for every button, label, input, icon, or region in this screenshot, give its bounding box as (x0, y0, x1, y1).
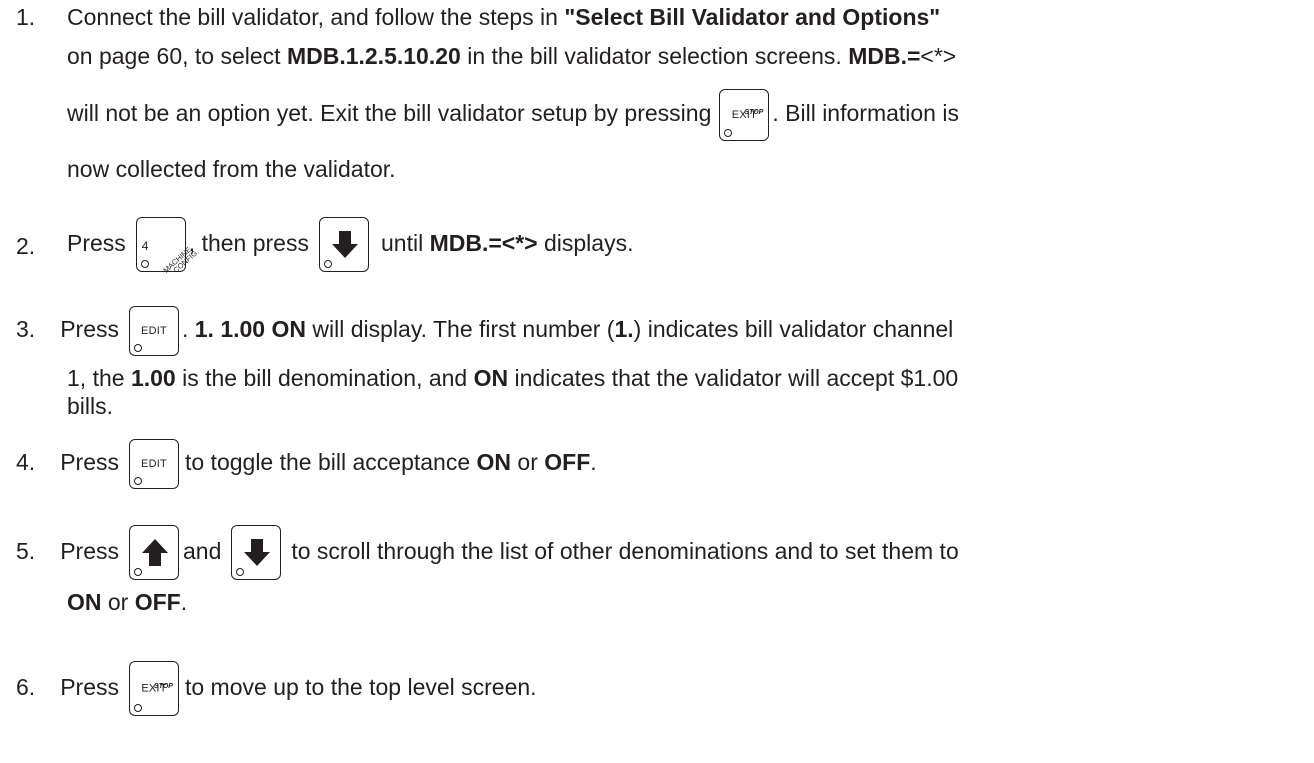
step-line: ON or OFF. (67, 589, 187, 616)
step-text: to scroll through the list of other deno… (291, 538, 959, 564)
step-bold-text: OFF (134, 589, 181, 615)
key-sublabel: STOP (744, 108, 764, 116)
step-bold-text: ON (473, 365, 509, 391)
step-number: 4. (16, 449, 36, 475)
step-text: or (511, 449, 545, 475)
step-bold-text: "Select Bill Validator and Options" (564, 4, 941, 30)
step-text: . (590, 449, 597, 475)
key-sublabel: STOP (154, 683, 173, 691)
step-bold-text: 1. 1.00 ON (194, 316, 306, 342)
indicator-dot (133, 343, 142, 352)
step-text: Press (60, 538, 119, 564)
step-number: 6. (16, 674, 36, 700)
step-text: Press (60, 674, 119, 700)
step-text: . (180, 589, 188, 615)
step-text: Connect the bill validator, and follow t… (67, 4, 565, 30)
step-text: or (101, 589, 135, 615)
step-text: Press (60, 316, 119, 342)
step-bold-text: MDB.1.2.5.10.20 (286, 43, 461, 69)
step-text: in the bill validator selection screens. (460, 43, 849, 69)
step-text: . (181, 316, 195, 342)
step-text: on page 60, to select (67, 43, 287, 69)
step-text: <*> (920, 43, 957, 69)
step-bold-text: ON (67, 589, 102, 615)
step-line: 1, the 1.00 is the bill denomination, an… (67, 365, 958, 392)
step-line: on page 60, to select MDB.1.2.5.10.20 in… (67, 43, 956, 70)
step-text: Press (60, 449, 119, 475)
step-bold-text: MDB.= (848, 43, 921, 69)
step-line: now collected from the validator. (67, 156, 396, 183)
step-line: bills. (67, 393, 113, 420)
machine-config-key-icon: 4 MACHINE CONFIG. (135, 217, 200, 275)
exit-key-icon: EXIT STOP (128, 661, 179, 717)
step-text: and (182, 538, 222, 564)
step-text: ) indicates bill validator channel (633, 316, 954, 342)
step-text: 1, the (67, 365, 131, 391)
step-number: 2. (16, 233, 36, 259)
down-arrow-key-icon (318, 217, 369, 273)
step-text: will not be an option yet. Exit the bill… (67, 100, 712, 126)
step-bold-text: OFF (544, 449, 591, 475)
step-text: , then press (188, 230, 309, 256)
down-arrow-key-icon (231, 525, 282, 581)
step-number: 1. (16, 4, 36, 30)
step-line: 6. Press EXIT STOP to move up to the top lev… (16, 660, 537, 717)
step-bold-text: ON (476, 449, 512, 475)
step-line: Connect the bill validator, and follow t… (67, 4, 940, 31)
step-text: to toggle the bill acceptance (184, 449, 477, 475)
edit-key-icon: EDIT (128, 305, 179, 356)
step-text: to move up to the top level screen. (184, 674, 537, 700)
step-text: until (380, 230, 430, 256)
step-bold-text: MDB.=<*> (429, 230, 538, 256)
step-line: 5. Press and to scroll through the list of … (16, 524, 959, 581)
step-text: displays. (537, 230, 634, 256)
edit-key-icon: EDIT (128, 438, 179, 489)
exit-key-icon: EXIT STOP (719, 88, 770, 141)
step-text: . Bill information is (772, 100, 959, 126)
step-bold-text: 1. (614, 316, 634, 342)
step-text: Press (67, 230, 126, 256)
step-text: is the bill denomination, and (175, 365, 474, 391)
step-text: will display. The first number ( (306, 316, 615, 342)
step-number: 3. (16, 316, 36, 342)
up-arrow-key-icon (128, 525, 179, 581)
step-text: indicates that the validator will accept… (508, 365, 959, 391)
manual-page: { "steps": [ { "number": "1.", "line1": … (0, 0, 1314, 763)
step-text: now collected from the validator. (67, 156, 396, 182)
step-line: 4. Press EDIT to toggle the bill acceptance… (16, 437, 597, 489)
step-number: 5. (16, 538, 36, 564)
step-line: will not be an option yet. Exit the bill… (67, 87, 959, 141)
step-bold-text: 1.00 (130, 365, 176, 391)
step-line: Press 4 MACHINE CONFIG., then press until MD… (67, 216, 634, 275)
indicator-dot (133, 476, 142, 485)
step-line: 3. Press EDIT. 1. 1.00 ON will display. Th… (16, 304, 953, 356)
step-text: bills. (67, 393, 114, 419)
